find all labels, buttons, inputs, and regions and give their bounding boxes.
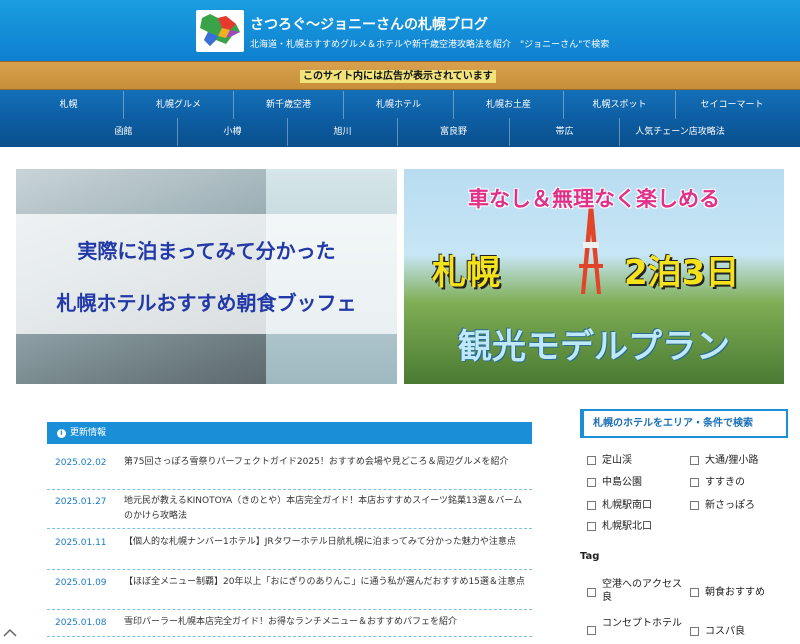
hero-banner-hotel-buffet[interactable]: 実際に泊まってみて分かった 札幌ホテルおすすめ朝食ブッフェ	[16, 169, 397, 384]
hero-right-mid-right: 2泊3日	[624, 253, 740, 293]
area-label[interactable]: すすきの	[705, 476, 745, 489]
hero-left-line2: 札幌ホテルおすすめ朝食ブッフェ	[56, 291, 357, 315]
update-title[interactable]: 雪印パーラー札幌本店完全ガイド！お得なランチメニュー＆おすすめパフェを紹介	[124, 615, 529, 630]
area-checkbox[interactable]	[690, 478, 699, 487]
tag-checkbox[interactable]	[587, 626, 596, 635]
area-checkbox[interactable]	[587, 522, 596, 531]
update-title[interactable]: 第75回さっぽろ雪祭りパーフェクトガイド2025！おすすめ会場や見どころ＆周辺グ…	[124, 455, 529, 470]
area-checkbox[interactable]	[587, 501, 596, 510]
tag-checkbox[interactable]	[690, 627, 699, 636]
nav-item-hakodate[interactable]: 函館	[70, 118, 178, 146]
nav-item-otaru[interactable]: 小樽	[178, 118, 288, 146]
update-date[interactable]: 2025.01.27	[55, 497, 107, 507]
nav-item-sapporo-souvenir[interactable]: 札幌お土産	[454, 91, 564, 119]
update-date[interactable]: 2025.01.08	[55, 618, 107, 628]
hotel-search-title: 札幌のホテルをエリア・条件で検索	[580, 409, 788, 438]
update-row[interactable]: 2025.01.27 地元民が教えるKINOTOYA（きのとや）本店完全ガイド！…	[47, 494, 532, 529]
nav-item-sapporo[interactable]: 札幌	[14, 91, 124, 119]
tag-label[interactable]: コスパ良	[705, 625, 745, 638]
info-icon: i	[57, 429, 66, 438]
update-row[interactable]: 2025.01.09 【ほぼ全メニュー制覇】20年以上「おにぎりのありんこ」に通…	[47, 575, 532, 610]
ad-notice-bar: このサイト内には広告が表示されています	[0, 61, 800, 90]
update-row[interactable]: 2025.02.02 第75回さっぽろ雪祭りパーフェクトガイド2025！おすすめ…	[47, 455, 532, 490]
updates-heading: i 更新情報	[47, 422, 532, 444]
update-date[interactable]: 2025.01.11	[55, 538, 107, 548]
tag-label[interactable]: コンセプトホテル	[602, 617, 682, 630]
update-date[interactable]: 2025.02.02	[55, 458, 107, 468]
tag-checkbox[interactable]	[690, 588, 699, 597]
area-label[interactable]: 大通/狸小路	[705, 454, 758, 467]
area-checkbox[interactable]	[587, 478, 596, 487]
hero-banner-model-plan[interactable]: 車なし＆無理なく楽しめる 札幌 2泊3日 観光モデルプラン	[404, 169, 784, 384]
site-header: さつろぐ〜ジョニーさんの札幌ブログ 北海道・札幌おすすめグルメ＆ホテルや新千歳空…	[0, 0, 800, 61]
ad-notice-text: このサイト内には広告が表示されています	[300, 70, 496, 83]
area-label[interactable]: 札幌駅北口	[602, 520, 652, 533]
nav-item-obihiro[interactable]: 帯広	[510, 118, 620, 146]
hero-text-band	[16, 214, 397, 334]
area-checkbox[interactable]	[587, 456, 596, 465]
nav-item-sapporo-spot[interactable]: 札幌スポット	[564, 91, 676, 119]
update-row[interactable]: 2025.01.11 【個人的な札幌ナンバー1ホテル】JRタワーホテル日航札幌に…	[47, 535, 532, 570]
nav-item-asahikawa[interactable]: 旭川	[288, 118, 398, 146]
update-date[interactable]: 2025.01.09	[55, 578, 107, 588]
tag-label[interactable]: 空港へのアクセス良	[602, 578, 682, 604]
hero-right-top: 車なし＆無理なく楽しめる	[468, 187, 720, 211]
tag-label[interactable]: 朝食おすすめ	[705, 586, 765, 599]
tag-checkbox[interactable]	[587, 588, 596, 597]
update-title[interactable]: 地元民が教えるKINOTOYA（きのとや）本店完全ガイド！本店おすすめスイーツ銘…	[124, 494, 529, 524]
area-label[interactable]: 札幌駅南口	[602, 499, 652, 512]
area-label[interactable]: 中島公園	[602, 476, 642, 489]
update-title[interactable]: 【個人的な札幌ナンバー1ホテル】JRタワーホテル日航札幌に泊まってみて分かった魅…	[124, 535, 529, 550]
hero-right-mid-left: 札幌	[432, 253, 500, 293]
nav-item-chain-store[interactable]: 人気チェーン店攻略法	[620, 118, 740, 146]
nav-item-furano[interactable]: 富良野	[398, 118, 510, 146]
nav-item-new-chitose[interactable]: 新千歳空港	[234, 91, 344, 119]
site-title[interactable]: さつろぐ〜ジョニーさんの札幌ブログ	[250, 14, 488, 34]
area-label[interactable]: 新さっぽろ	[705, 499, 755, 512]
tag-title: Tag	[580, 551, 600, 562]
hokkaido-map-icon[interactable]	[196, 10, 244, 52]
update-title[interactable]: 【ほぼ全メニュー制覇】20年以上「おにぎりのありんこ」に通う私が選んだおすすめ1…	[124, 575, 529, 590]
area-checkbox[interactable]	[690, 456, 699, 465]
update-row[interactable]: 2025.01.08 雪印パーラー札幌本店完全ガイド！お得なランチメニュー＆おす…	[47, 615, 532, 637]
hero-left-line1: 実際に泊まってみて分かった	[77, 239, 336, 263]
back-to-top-icon[interactable]	[0, 624, 60, 640]
hero-right-bottom: 観光モデルプラン	[458, 327, 730, 367]
nav-item-sapporo-gourmet[interactable]: 札幌グルメ	[124, 91, 234, 119]
area-checkbox[interactable]	[690, 501, 699, 510]
area-label[interactable]: 定山渓	[602, 454, 632, 467]
nav-item-sapporo-hotel[interactable]: 札幌ホテル	[344, 91, 454, 119]
main-nav: 札幌 札幌グルメ 新千歳空港 札幌ホテル 札幌お土産 札幌スポット セイコーマー…	[0, 90, 800, 147]
site-description: 北海道・札幌おすすめグルメ＆ホテルや新千歳空港攻略法を紹介 "ジョニーさん"で検…	[250, 40, 610, 50]
nav-item-seicomart[interactable]: セイコーマート	[676, 91, 788, 119]
